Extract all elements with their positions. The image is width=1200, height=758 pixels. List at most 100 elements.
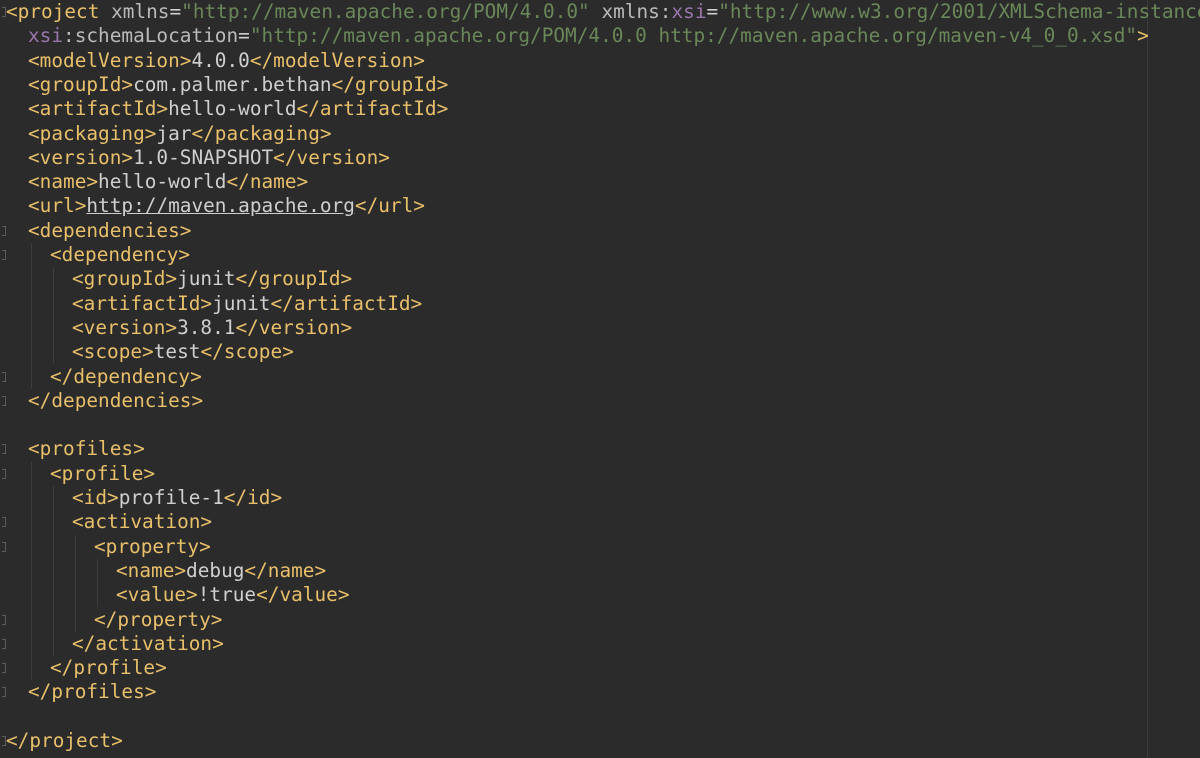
code-line[interactable]: <activation> — [72, 510, 212, 534]
code-token: <profile> — [50, 461, 156, 485]
code-token: <scope> — [72, 340, 154, 364]
code-token: xsi — [671, 0, 707, 23]
code-token: hello-world — [98, 170, 227, 194]
code-line[interactable]: xsi:schemaLocation="http://maven.apache.… — [28, 24, 1149, 48]
code-token: !true — [197, 583, 257, 607]
code-token: xmlns — [111, 0, 170, 23]
code-token: "http://www.w3.org/2001/XMLSchema-instan… — [718, 0, 1200, 23]
code-line[interactable]: <packaging>jar</packaging> — [28, 122, 332, 146]
code-token: <groupId> — [72, 267, 178, 291]
code-token: </value> — [256, 583, 350, 607]
code-token: </version> — [235, 315, 353, 339]
code-token: </url> — [354, 194, 425, 218]
code-line[interactable]: <name>hello-world</name> — [28, 170, 308, 194]
code-token: = — [238, 24, 250, 48]
code-line[interactable]: </dependency> — [50, 365, 202, 389]
indent-guide — [97, 558, 98, 608]
code-line[interactable]: <value>!true</value> — [116, 583, 350, 607]
code-token: <url> — [28, 194, 87, 218]
code-token: </name> — [244, 558, 327, 582]
code-line[interactable]: </property> — [94, 608, 222, 632]
code-token: </profiles> — [28, 680, 157, 704]
code-line[interactable]: <profiles> — [28, 437, 145, 461]
code-token: </profile> — [50, 656, 167, 680]
indent-guide — [31, 243, 32, 389]
code-area[interactable]: <project xmlns="http://maven.apache.org/… — [0, 0, 1200, 758]
code-token: <version> — [28, 145, 134, 169]
code-token: jar — [156, 121, 192, 145]
code-token: = — [169, 0, 182, 23]
code-token: <packaging> — [28, 121, 157, 145]
code-token: <groupId> — [28, 72, 134, 96]
code-token: <property> — [94, 534, 211, 558]
code-line[interactable]: <version>3.8.1</version> — [72, 316, 352, 340]
code-token: junit — [212, 291, 271, 315]
code-line[interactable]: <modelVersion>4.0.0</modelVersion> — [28, 49, 425, 73]
code-token: profile-1 — [118, 486, 224, 509]
code-editor[interactable]: <project xmlns="http://maven.apache.org/… — [0, 0, 1200, 758]
indent-guide — [31, 461, 32, 681]
code-token: > — [1137, 24, 1149, 48]
code-token: <activation> — [72, 510, 213, 534]
code-token: </activation> — [72, 631, 224, 655]
code-line[interactable]: <scope>test</scope> — [72, 340, 294, 364]
code-line[interactable]: <artifactId>junit</artifactId> — [72, 292, 422, 316]
code-token: </dependencies> — [28, 388, 204, 412]
code-line[interactable]: </project> — [6, 729, 123, 753]
code-token: hello-world — [168, 97, 297, 121]
code-line[interactable]: <artifactId>hello-world</artifactId> — [28, 97, 448, 121]
code-token: "http://maven.apache.org/POM/4.0.0" — [181, 0, 590, 23]
code-token: <version> — [72, 315, 178, 339]
code-token: <artifactId> — [72, 291, 213, 315]
code-token: </modelVersion> — [249, 48, 425, 72]
code-token: </artifactId> — [270, 291, 423, 315]
code-line[interactable]: </profile> — [50, 656, 167, 680]
code-token: </packaging> — [191, 121, 332, 145]
code-token: <modelVersion> — [28, 48, 192, 72]
code-line[interactable]: <project xmlns="http://maven.apache.org/… — [6, 0, 1200, 24]
code-token: </property> — [94, 607, 223, 631]
code-line[interactable]: <version>1.0-SNAPSHOT</version> — [28, 146, 390, 170]
code-token: = — [706, 0, 719, 23]
code-token: </scope> — [200, 340, 294, 364]
code-token: xsi — [28, 24, 64, 48]
code-line[interactable]: <groupId>com.palmer.bethan</groupId> — [28, 73, 448, 97]
code-token: <project — [6, 0, 112, 23]
code-token: <dependency> — [50, 243, 191, 266]
code-line[interactable]: </dependencies> — [28, 389, 203, 413]
code-token: test — [153, 340, 201, 364]
code-token: debug — [186, 558, 245, 582]
code-line[interactable]: <property> — [94, 535, 211, 559]
code-token: </name> — [226, 170, 309, 194]
code-line[interactable]: <id>profile-1</id> — [72, 486, 282, 510]
code-token: <id> — [72, 486, 119, 509]
code-token: xmlns: — [601, 0, 672, 23]
code-token: </version> — [273, 145, 390, 169]
code-token: <profiles> — [28, 437, 145, 461]
code-token: 4.0.0 — [191, 48, 250, 72]
indent-guide — [53, 486, 54, 657]
code-token: :schemaLocation — [63, 24, 239, 48]
code-line[interactable]: <profile> — [50, 462, 155, 486]
code-token: </dependency> — [50, 364, 202, 388]
indent-guide — [75, 534, 76, 632]
code-token: junit — [177, 267, 236, 291]
url-link[interactable]: http://maven.apache.org — [86, 194, 355, 217]
code-token: <name> — [116, 558, 187, 582]
code-line[interactable]: <dependencies> — [28, 219, 191, 243]
code-token: <value> — [116, 583, 198, 607]
code-line[interactable]: </activation> — [72, 632, 224, 656]
code-token: </groupId> — [331, 72, 449, 96]
code-line[interactable]: <name>debug</name> — [116, 559, 326, 583]
code-line[interactable]: <url>http://maven.apache.org</url> — [28, 194, 425, 218]
code-line[interactable]: <dependency> — [50, 243, 190, 267]
code-token: 3.8.1 — [177, 315, 236, 339]
code-token: <artifactId> — [28, 97, 169, 121]
code-token: <dependencies> — [28, 218, 192, 242]
code-token: </project> — [6, 729, 123, 752]
code-line[interactable]: </profiles> — [28, 680, 156, 704]
code-line[interactable]: <groupId>junit</groupId> — [72, 267, 352, 291]
code-token: </groupId> — [235, 267, 353, 291]
code-token: </artifactId> — [296, 97, 449, 121]
code-token: 1.0-SNAPSHOT — [133, 145, 274, 169]
